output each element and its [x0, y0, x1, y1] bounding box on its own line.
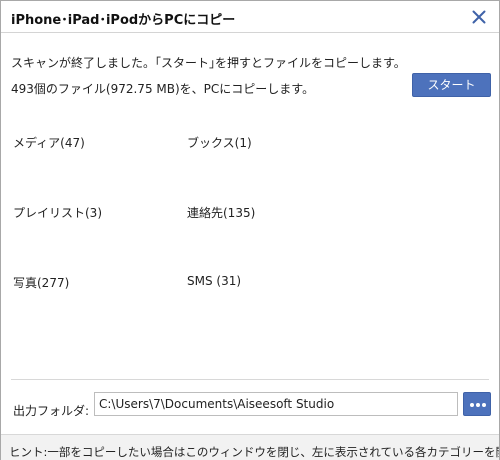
hint-bar: ヒント:一部をコピーしたい場合はこのウィンドウを閉じ、左に表示されている各カテゴ…	[1, 434, 499, 460]
category-playlist: プレイリスト(3)	[13, 206, 102, 220]
close-button[interactable]	[469, 7, 489, 27]
category-contacts: 連絡先(135)	[187, 206, 256, 220]
divider	[11, 379, 489, 380]
title-bar: iPhone･iPad･iPodからPCにコピー	[1, 1, 499, 33]
category-books: ブックス(1)	[187, 136, 252, 150]
dialog-title: iPhone･iPad･iPodからPCにコピー	[11, 13, 236, 28]
output-folder-label: 出力フォルダ:	[13, 404, 90, 418]
category-media: メディア(47)	[13, 136, 85, 150]
close-icon	[472, 10, 486, 24]
category-sms: SMS (31)	[187, 274, 242, 288]
browse-folder-button[interactable]	[463, 392, 491, 416]
scan-complete-message: スキャンが終了しました。｢スタート｣を押すとファイルをコピーします。	[11, 56, 406, 70]
category-photos: 写真(277)	[13, 276, 70, 290]
copy-to-pc-dialog: iPhone･iPad･iPodからPCにコピー スキャンが終了しました。｢スタ…	[0, 0, 500, 460]
hint-text: ヒント:一部をコピーしたい場合はこのウィンドウを閉じ、左に表示されている各カテゴ…	[9, 445, 499, 459]
start-button[interactable]: スタート	[412, 73, 491, 97]
output-folder-field[interactable]	[94, 392, 458, 416]
file-summary: 493個のファイル(972.75 MB)を、PCにコピーします。	[11, 82, 315, 96]
